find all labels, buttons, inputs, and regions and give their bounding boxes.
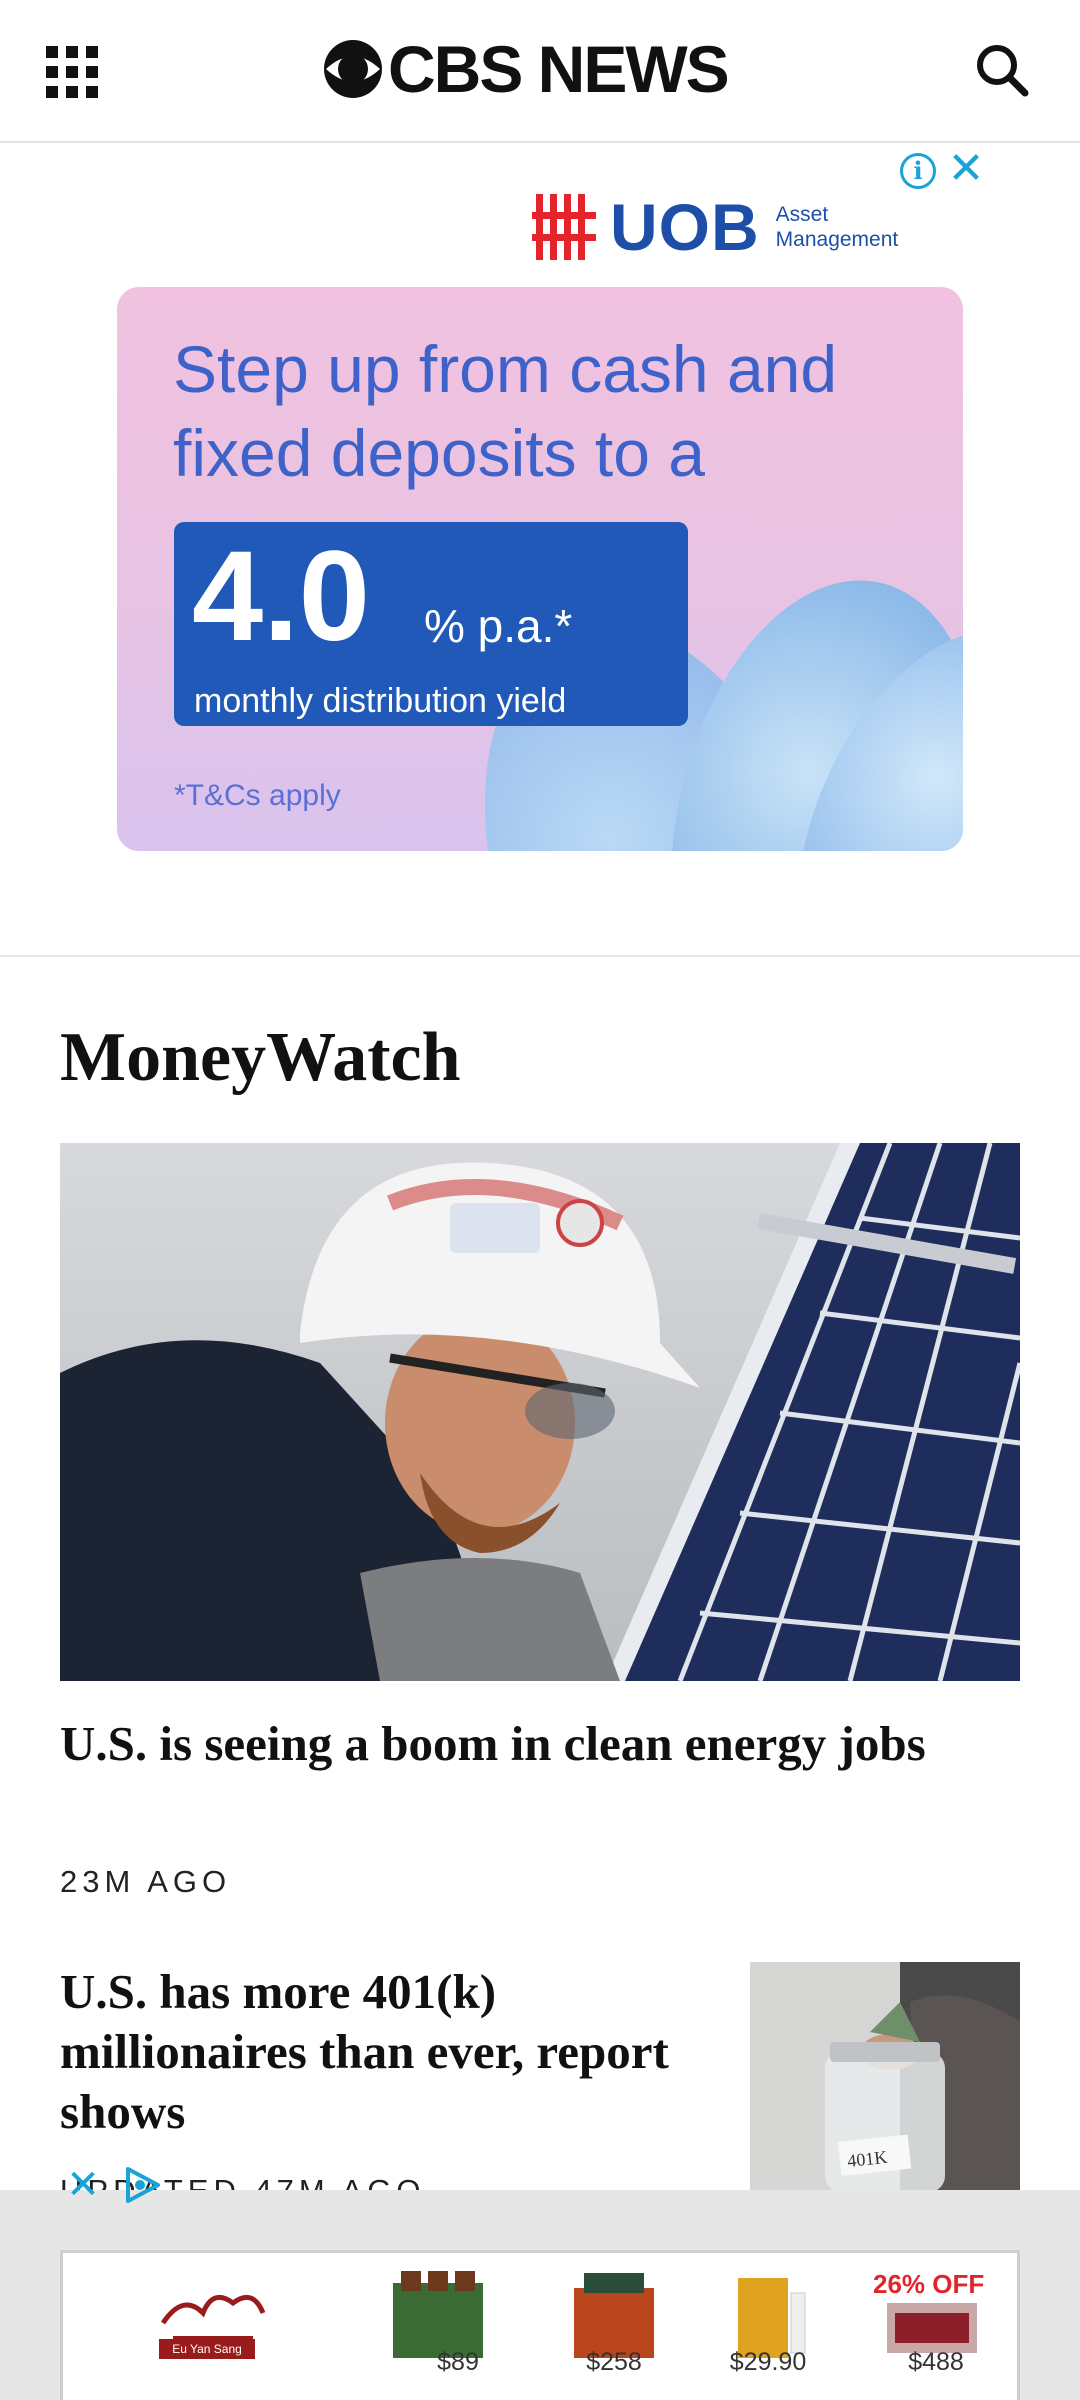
logo-text: CBS NEWS	[388, 32, 730, 106]
hero-story-image[interactable]	[60, 1143, 1020, 1681]
top-advertisement[interactable]: i ✕ UOB Asset Management Step up from ca…	[0, 145, 1080, 957]
uob-brand: UOB	[610, 190, 760, 264]
solar-worker-illustration	[60, 1143, 1020, 1681]
hero-story-timestamp: 23M AGO	[60, 1864, 232, 1899]
hero-story-title[interactable]: U.S. is seeing a boom in clean energy jo…	[60, 1714, 1020, 1774]
ad-terms: *T&Cs apply	[174, 779, 341, 812]
bottom-advertisement[interactable]: Eu Yan Sang $89 $258 $29.90 26% OFF $488	[0, 2190, 1080, 2400]
uob-subtitle: Asset Management	[776, 202, 899, 252]
bottom-ad-card[interactable]: Eu Yan Sang $89 $258 $29.90 26% OFF $488	[60, 2250, 1020, 2400]
search-icon[interactable]	[972, 40, 1032, 100]
rate-suffix: % p.a.*	[424, 600, 573, 652]
section-title[interactable]: MoneyWatch	[60, 1018, 461, 1098]
ad-choices-icon[interactable]	[120, 2163, 164, 2207]
story-thumbnail[interactable]: 401K	[750, 1962, 1020, 2192]
product-price: $488	[908, 2348, 964, 2376]
uob-bars-icon	[532, 194, 596, 260]
close-icon[interactable]: ✕	[946, 147, 986, 191]
rate-box: 4.0 % p.a.* monthly distribution yield	[174, 522, 688, 726]
jar-label: 401K	[846, 2147, 888, 2171]
rate-caption: monthly distribution yield	[194, 682, 567, 720]
story-title[interactable]: U.S. has more 401(k) millionaires than e…	[60, 1962, 700, 2142]
uob-sub-line2: Management	[775, 228, 899, 251]
ad-info-icon[interactable]: i	[900, 153, 936, 189]
product-price: $258	[586, 2348, 642, 2376]
ad-headline: Step up from cash and fixed deposits to …	[173, 332, 838, 490]
uob-logo: UOB Asset Management	[532, 190, 899, 264]
eu-yan-sang-brand: Eu Yan Sang	[159, 2339, 255, 2359]
product-image	[887, 2303, 977, 2353]
cbs-news-logo[interactable]: CBS NEWS	[322, 32, 730, 106]
rate-value: 4.0	[192, 525, 370, 668]
top-app-bar: CBS NEWS	[0, 0, 1080, 143]
cbs-eye-icon	[324, 40, 382, 98]
ad-banner-card[interactable]: Step up from cash and fixed deposits to …	[117, 287, 963, 851]
product-price: $29.90	[729, 2348, 807, 2376]
uob-sub-line1: Asset	[775, 203, 829, 226]
close-icon[interactable]: ✕	[66, 2165, 100, 2205]
savings-jar-illustration: 401K	[750, 1962, 1020, 2192]
product-price: $89	[437, 2348, 479, 2376]
apps-grid-icon[interactable]	[46, 46, 98, 98]
